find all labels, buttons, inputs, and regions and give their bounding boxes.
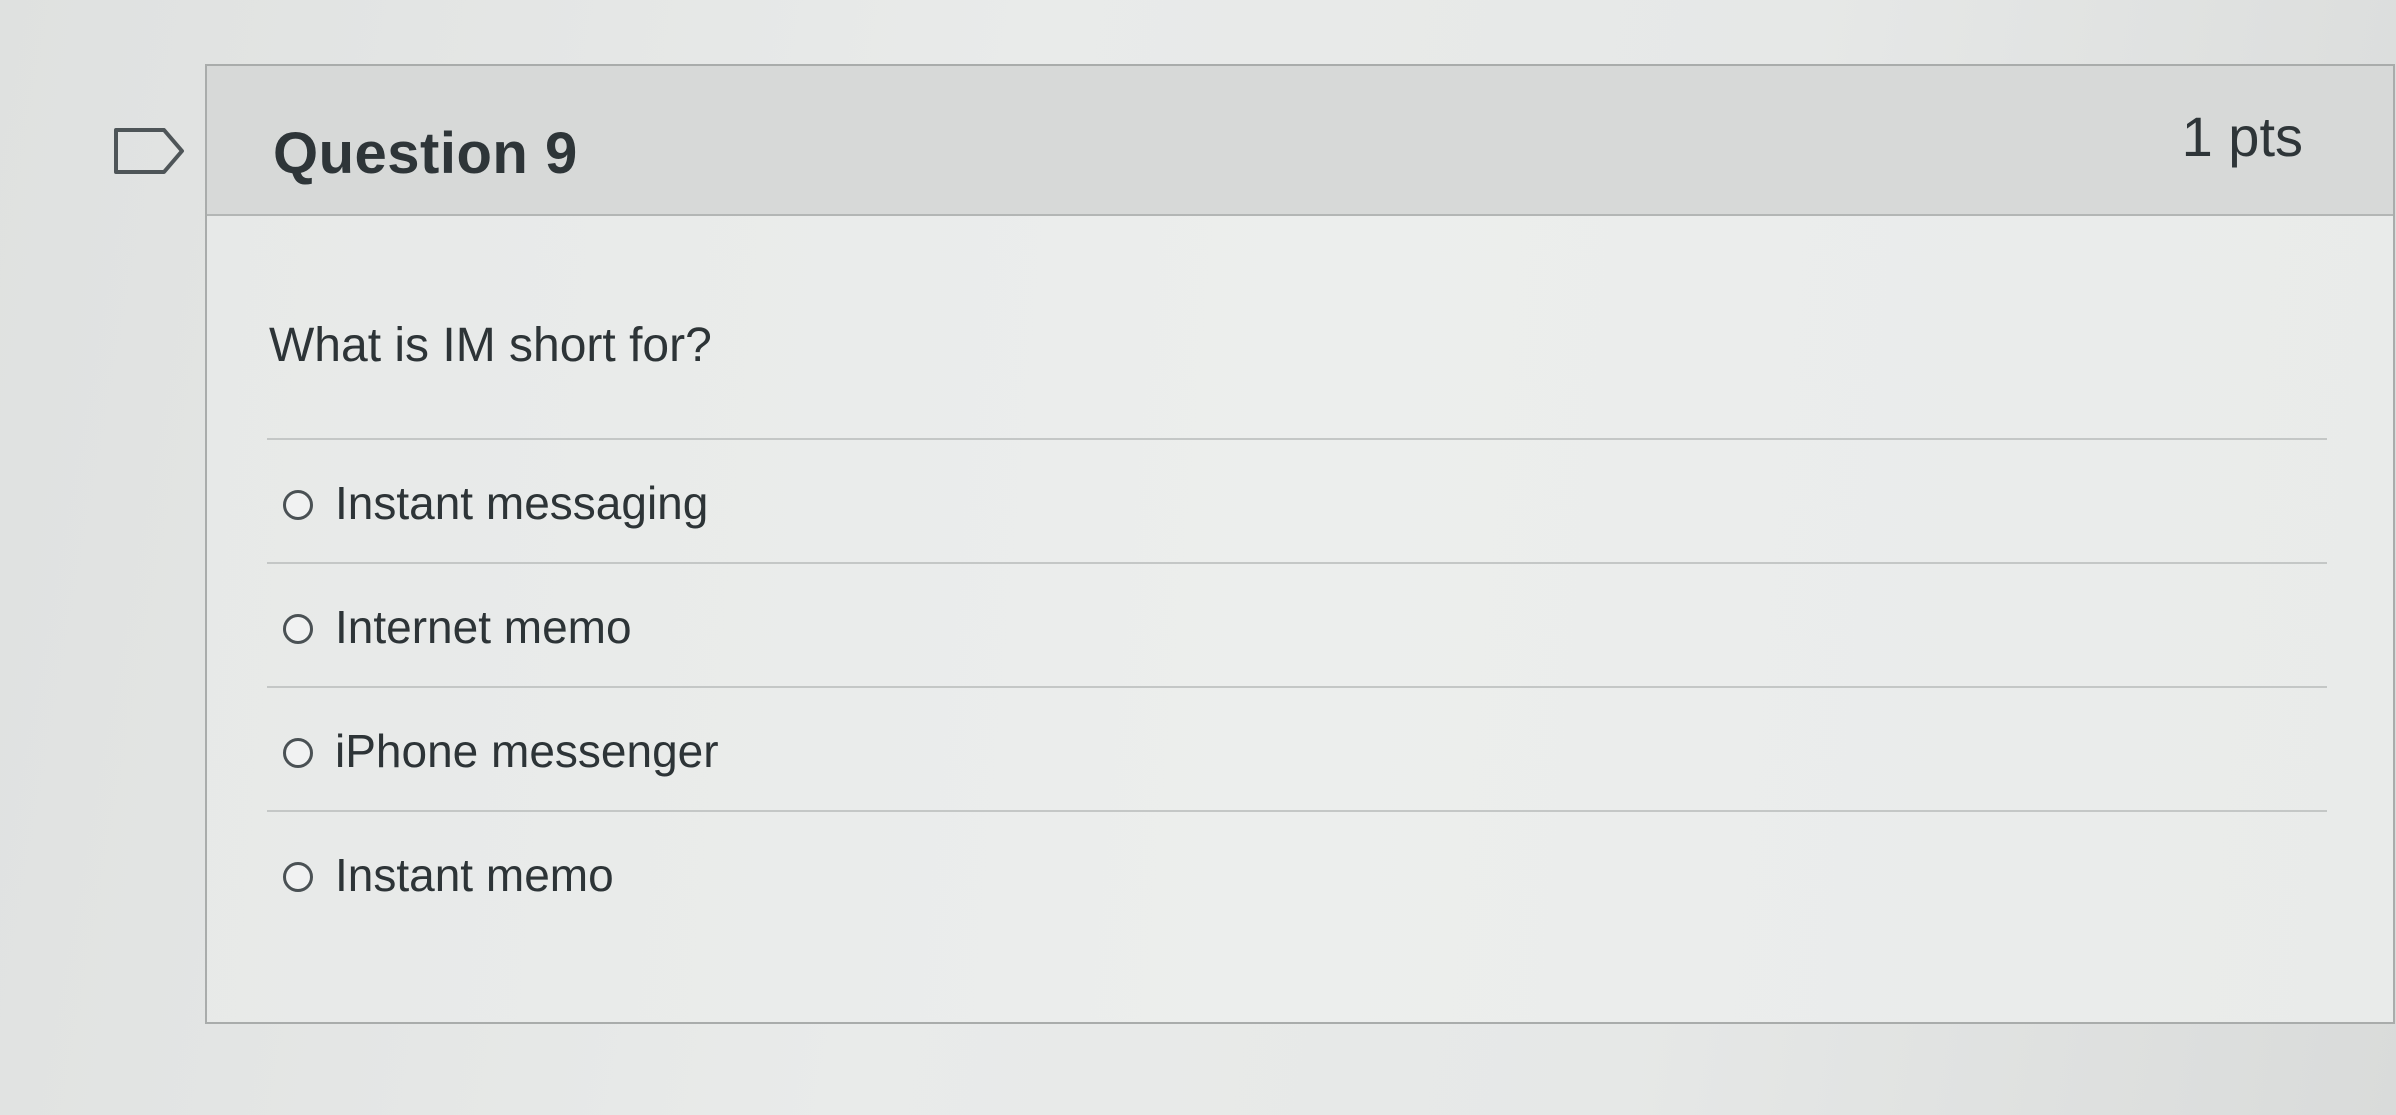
radio-button[interactable] [283,738,313,768]
flag-question-icon[interactable] [112,126,186,176]
answer-label[interactable]: Instant memo [335,848,614,902]
answer-label[interactable]: Instant messaging [335,476,708,530]
question-title: Question 9 [273,121,578,186]
question-text: What is IM short for? [269,319,712,372]
question-card: Question 9 1 pts What is IM short for? I… [205,64,2395,1024]
answer-option[interactable]: Instant messaging [267,438,2327,562]
answer-label[interactable]: iPhone messenger [335,724,719,778]
answer-label[interactable]: Internet memo [335,600,632,654]
answer-option[interactable]: Internet memo [267,562,2327,686]
radio-button[interactable] [283,862,313,892]
radio-button[interactable] [283,490,313,520]
answer-list: Instant messaging Internet memo iPhone m… [267,438,2327,934]
answer-option[interactable]: iPhone messenger [267,686,2327,810]
radio-button[interactable] [283,614,313,644]
answer-option[interactable]: Instant memo [267,810,2327,934]
question-points: 1 pts [2181,105,2303,168]
question-header: Question 9 1 pts [207,66,2393,216]
